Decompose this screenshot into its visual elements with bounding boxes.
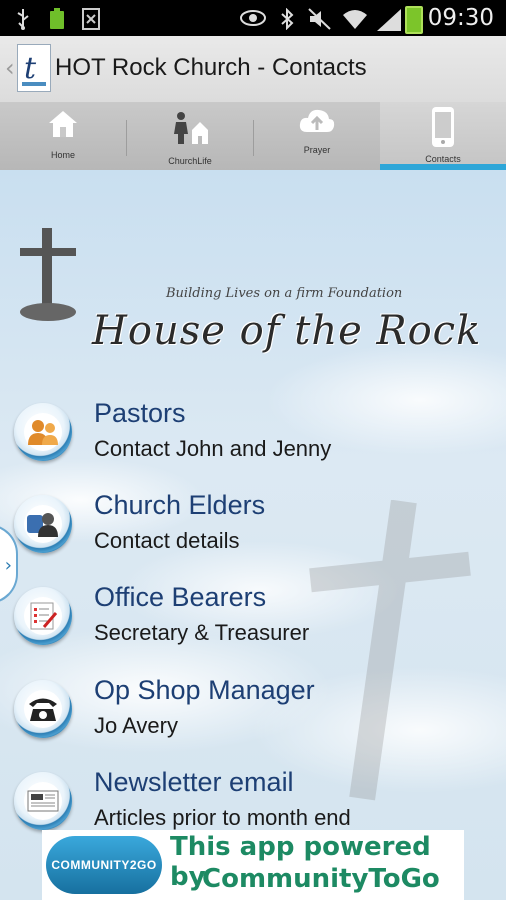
battery-icon: [405, 6, 423, 34]
cloud-upload-icon: [298, 106, 336, 140]
action-bar: ‹ t HOT Rock Church - Contacts: [0, 36, 506, 103]
tab-contacts-label: Contacts: [425, 154, 461, 164]
contact-subtitle: Jo Avery: [94, 713, 178, 738]
tab-bar: Home ChurchLife Prayer Contacts: [0, 102, 506, 170]
people-icon: [14, 403, 72, 461]
contact-subtitle: Secretary & Treasurer: [94, 620, 310, 645]
status-bar: 09:30: [0, 0, 506, 36]
page-title: HOT Rock Church - Contacts: [55, 54, 367, 81]
contact-item-pastors[interactable]: Pastors Contact John and Jenny: [0, 398, 506, 488]
usb-icon: [14, 8, 32, 35]
community2go-logo: COMMUNITY2GO: [46, 836, 162, 894]
tab-home[interactable]: Home: [0, 102, 126, 170]
telephone-icon: [14, 680, 72, 738]
contact-title: Newsletter email: [94, 767, 294, 797]
ad-banner[interactable]: COMMUNITY2GO This app powered by Communi…: [42, 830, 464, 900]
phone-icon: [430, 106, 456, 152]
banner-tagline: Building Lives on a firm Foundation: [166, 286, 403, 301]
contact-subtitle: Articles prior to month end: [94, 805, 351, 830]
tab-prayer-label: Prayer: [303, 145, 331, 155]
svg-text:t: t: [24, 51, 37, 86]
contact-subtitle: Contact details: [94, 528, 240, 553]
mute-icon: [308, 8, 332, 35]
wifi-icon: [342, 8, 368, 35]
tab-churchlife-label: ChurchLife: [168, 156, 212, 166]
signal-icon: [377, 9, 401, 31]
content-area: Building Lives on a firm Foundation Hous…: [0, 170, 506, 900]
contact-title: Op Shop Manager: [94, 675, 315, 705]
screenshot-icon: [82, 8, 102, 35]
app-logo[interactable]: t: [17, 44, 51, 92]
tab-home-label: Home: [50, 150, 75, 160]
contact-item-op-shop-manager[interactable]: Op Shop Manager Jo Avery: [0, 675, 506, 765]
contact-item-church-elders[interactable]: Church Elders Contact details: [0, 490, 506, 580]
eye-icon: [240, 8, 266, 33]
contact-title: Pastors: [94, 398, 186, 428]
contact-item-office-bearers[interactable]: Office Bearers Secretary & Treasurer: [0, 582, 506, 672]
church-banner: Building Lives on a firm Foundation Hous…: [0, 220, 506, 370]
tab-contacts[interactable]: Contacts: [380, 102, 506, 170]
ad-line2: CommunityToGo: [202, 864, 440, 894]
banner-church-name: House of the Rock: [92, 308, 482, 354]
checklist-icon: [14, 587, 72, 645]
group-icon: [14, 495, 72, 553]
back-chevron-icon[interactable]: ‹: [5, 54, 15, 82]
contact-title: Office Bearers: [94, 582, 267, 612]
newspaper-icon: [14, 772, 72, 830]
bluetooth-icon: [280, 7, 294, 35]
battery-full-icon: [48, 8, 66, 35]
churchlife-icon: [170, 110, 210, 150]
tab-prayer[interactable]: Prayer: [254, 102, 380, 170]
house-icon: [47, 108, 79, 144]
contact-subtitle: Contact John and Jenny: [94, 436, 332, 461]
status-time: 09:30: [427, 5, 494, 31]
cross-logo-icon: [20, 228, 76, 321]
tab-churchlife[interactable]: ChurchLife: [127, 102, 253, 170]
contact-title: Church Elders: [94, 490, 266, 520]
